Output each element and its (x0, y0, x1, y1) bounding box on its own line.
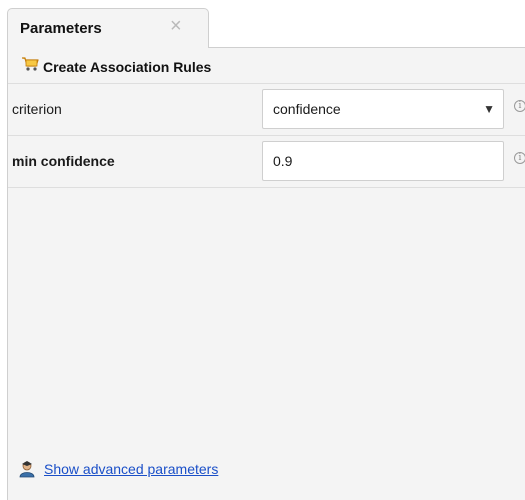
select-value: confidence (273, 101, 341, 117)
tab-title: Parameters (20, 20, 102, 37)
info-icon[interactable]: i (514, 152, 525, 164)
parameter-row-criterion: criterion confidence ▼ i (8, 84, 525, 136)
parameters-panel: Create Association Rules criterion confi… (7, 48, 525, 500)
parameter-label: min confidence (12, 153, 115, 169)
shopping-cart-icon (21, 56, 39, 75)
info-icon[interactable]: i (514, 100, 525, 112)
show-advanced-link[interactable]: Show advanced parameters (44, 461, 218, 477)
min-confidence-input[interactable] (262, 141, 504, 181)
parameter-row-min-confidence: min confidence i (8, 136, 525, 188)
user-advanced-icon (18, 460, 36, 481)
criterion-select[interactable]: confidence ▼ (262, 89, 504, 129)
tab-bar: Parameters × (0, 0, 525, 48)
operator-title: Create Association Rules (43, 59, 212, 75)
close-icon[interactable]: × (170, 16, 182, 36)
chevron-down-icon[interactable]: ▼ (483, 102, 495, 116)
parameter-label: criterion (12, 101, 62, 117)
operator-header: Create Association Rules (8, 48, 525, 84)
tab-parameters[interactable]: Parameters × (7, 8, 209, 48)
